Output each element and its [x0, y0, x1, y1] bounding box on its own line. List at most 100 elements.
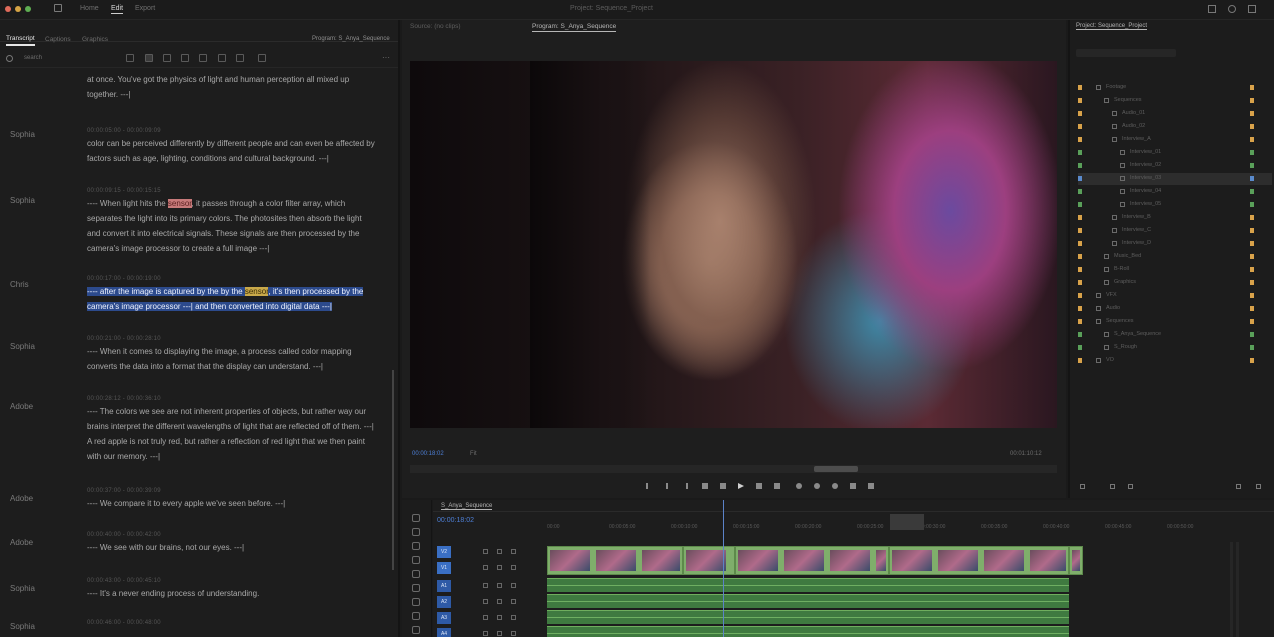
transcript-text[interactable]: ---- We compare it to every apple we've … [87, 496, 377, 511]
scissors-icon[interactable] [181, 54, 189, 62]
monitor-scrub-bar[interactable] [410, 465, 1057, 473]
project-item[interactable]: S_Anya_Sequence [1078, 329, 1272, 341]
audio-clip[interactable] [547, 610, 727, 624]
track-target-toggle[interactable]: A3 [437, 612, 451, 624]
eye-icon[interactable] [497, 583, 502, 588]
fullscreen-icon[interactable] [1248, 5, 1256, 13]
settings-icon[interactable] [868, 483, 874, 489]
track-target-toggle[interactable]: V1 [437, 562, 451, 574]
loop-icon[interactable] [126, 54, 134, 62]
video-frame[interactable] [410, 61, 1057, 428]
play-icon[interactable] [738, 483, 744, 489]
headphones-icon[interactable] [218, 54, 226, 62]
work-area-bar[interactable] [890, 514, 924, 530]
project-item[interactable]: Audio_02 [1078, 121, 1272, 133]
project-item[interactable]: VFX [1078, 290, 1272, 302]
slip-tool-icon[interactable] [412, 570, 420, 578]
track-target-toggle[interactable]: A4 [437, 628, 451, 637]
playhead-timecode[interactable]: 00:00:18:02 [412, 451, 444, 457]
eye-icon[interactable] [497, 615, 502, 620]
speaker-label[interactable]: Sophia [10, 622, 35, 631]
project-item[interactable]: Interview_A [1078, 134, 1272, 146]
export-frame-icon[interactable] [832, 483, 838, 489]
ripple-edit-tool-icon[interactable] [412, 542, 420, 550]
home-icon[interactable] [54, 4, 62, 12]
marked-word[interactable]: sensor [244, 287, 269, 296]
audio-clip[interactable] [727, 594, 1069, 608]
project-item[interactable]: Sequences [1078, 95, 1272, 107]
quick-export-icon[interactable] [1228, 5, 1236, 13]
project-item[interactable]: Audio_01 [1078, 108, 1272, 120]
speaker-label[interactable]: Sophia [10, 584, 35, 593]
project-item[interactable]: Graphics [1078, 277, 1272, 289]
project-item[interactable]: VO [1078, 355, 1272, 367]
list-view-icon[interactable] [1110, 484, 1115, 489]
playhead[interactable] [723, 500, 724, 637]
lock-icon[interactable] [483, 615, 488, 620]
transcript-scrollbar[interactable] [391, 70, 395, 637]
project-panel-tab[interactable]: Project: Sequence_Project [1076, 23, 1148, 30]
audio-clip[interactable] [547, 626, 727, 637]
video-clip[interactable] [683, 546, 735, 575]
tab-graphics[interactable]: Graphics [82, 36, 108, 43]
workspace-tab-export[interactable]: Export [135, 5, 155, 12]
go-to-out-icon[interactable] [774, 483, 780, 489]
tab-transcript[interactable]: Transcript [6, 35, 35, 46]
project-item[interactable]: S_Rough [1078, 342, 1272, 354]
step-back-icon[interactable] [720, 483, 726, 489]
transcript-text[interactable]: at once. You've got the physics of light… [87, 72, 377, 102]
project-item[interactable]: Footage [1078, 82, 1272, 94]
pen-tool-icon[interactable] [412, 584, 420, 592]
project-item[interactable]: Sequences [1078, 316, 1272, 328]
speaker-label[interactable]: Sophia [10, 196, 35, 205]
close-window-icon[interactable] [5, 6, 11, 12]
razor-tool-icon[interactable] [412, 556, 420, 564]
mute-icon[interactable] [511, 549, 516, 554]
time-ruler[interactable]: 00:00 00:00:05:00 00:00:10:00 00:00:15:00 00… [547, 514, 1227, 532]
project-item[interactable]: Interview_B [1078, 212, 1272, 224]
transcript-text[interactable]: ---- We see with our brains, not our eye… [87, 540, 377, 555]
tab-captions[interactable]: Captions [45, 36, 71, 43]
mute-icon[interactable] [511, 565, 516, 570]
icon-view-icon[interactable] [1128, 484, 1133, 489]
sequence-tab[interactable]: S_Anya_Sequence [441, 503, 493, 510]
speaker-label[interactable]: Adobe [10, 494, 33, 503]
project-item[interactable]: Interview_C [1078, 225, 1272, 237]
zoom-select[interactable]: Fit [470, 451, 477, 457]
video-clip[interactable] [1069, 546, 1083, 575]
mute-icon[interactable] [511, 615, 516, 620]
comparison-view-icon[interactable] [850, 483, 856, 489]
camera-icon[interactable] [258, 54, 266, 62]
speaker-label[interactable]: Adobe [10, 402, 33, 411]
pencil-icon[interactable] [163, 54, 171, 62]
speaker-label[interactable]: Sophia [10, 342, 35, 351]
audio-clip[interactable] [547, 594, 727, 608]
track-select-tool-icon[interactable] [412, 528, 420, 536]
hand-tool-icon[interactable] [412, 612, 420, 620]
lock-icon[interactable] [483, 565, 488, 570]
eye-icon[interactable] [497, 599, 502, 604]
overwrite-icon[interactable] [236, 54, 244, 62]
eye-icon[interactable] [497, 565, 502, 570]
lock-icon[interactable] [483, 631, 488, 636]
track-target-toggle[interactable]: A2 [437, 596, 451, 608]
search-icon[interactable] [6, 55, 13, 62]
track-target-toggle[interactable]: V2 [437, 546, 451, 558]
workspace-tab-home[interactable]: Home [80, 5, 99, 12]
track-target-toggle[interactable]: A1 [437, 580, 451, 592]
go-to-in-icon[interactable] [702, 483, 708, 489]
new-bin-icon[interactable] [1236, 484, 1241, 489]
extract-icon[interactable] [814, 483, 820, 489]
mark-out-icon[interactable] [666, 483, 668, 489]
timeline-timecode[interactable]: 00:00:18:02 [437, 517, 474, 524]
eye-icon[interactable] [497, 631, 502, 636]
project-item[interactable]: B-Roll [1078, 264, 1272, 276]
lift-icon[interactable] [796, 483, 802, 489]
video-clip[interactable] [547, 546, 683, 575]
share-icon[interactable] [1208, 5, 1216, 13]
mute-icon[interactable] [511, 599, 516, 604]
transcript-text[interactable]: ---- It's a never ending process of unde… [87, 586, 377, 601]
project-item[interactable]: Music_Bed [1078, 251, 1272, 263]
marked-word[interactable]: sensor [167, 199, 192, 208]
more-menu-icon[interactable]: ··· [382, 53, 390, 62]
